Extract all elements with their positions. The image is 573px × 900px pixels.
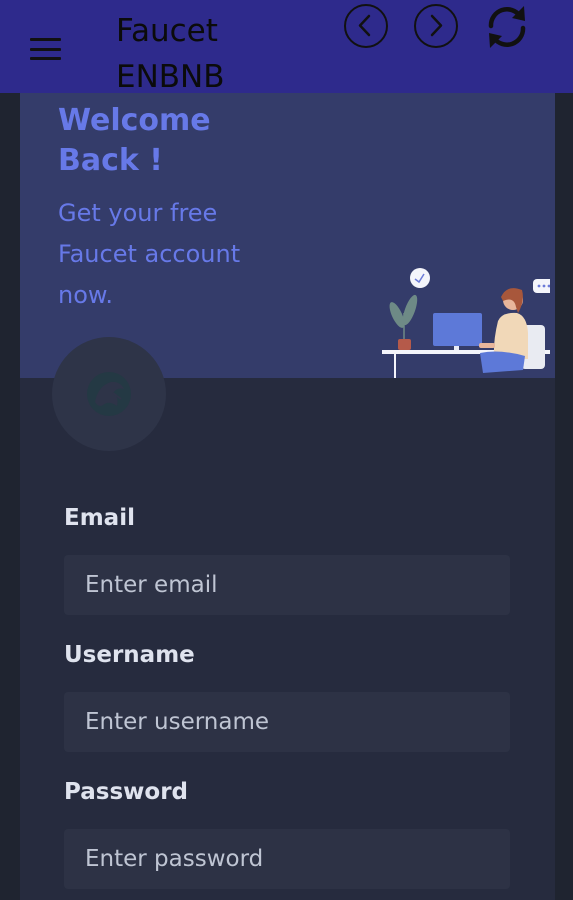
app-title: Faucet ENBNB <box>116 8 316 100</box>
forward-button[interactable] <box>414 4 458 48</box>
workspace-illustration <box>382 268 550 378</box>
refresh-icon <box>488 6 526 48</box>
password-label: Password <box>64 779 188 805</box>
top-app-bar: Faucet ENBNB <box>0 0 573 95</box>
username-input[interactable] <box>64 692 510 752</box>
refresh-button[interactable] <box>483 4 531 50</box>
chevron-left-icon <box>358 14 371 37</box>
chevron-right-icon <box>430 14 443 37</box>
username-label: Username <box>64 642 195 668</box>
password-input[interactable] <box>64 829 510 889</box>
welcome-banner: Welcome Back ! Get your free Faucet acco… <box>20 93 555 378</box>
welcome-title: Welcome Back ! <box>58 103 211 178</box>
hamburger-menu-icon[interactable] <box>30 38 61 60</box>
logo-avatar <box>52 337 166 451</box>
email-input[interactable] <box>64 555 510 615</box>
welcome-subtitle: Get your free Faucet account now. <box>58 199 241 309</box>
back-button[interactable] <box>344 4 388 48</box>
login-card: Welcome Back ! Get your free Faucet acco… <box>20 93 555 900</box>
email-label: Email <box>64 505 135 531</box>
brand-logo-icon <box>87 372 131 416</box>
app-title-line1: Faucet <box>116 13 218 49</box>
